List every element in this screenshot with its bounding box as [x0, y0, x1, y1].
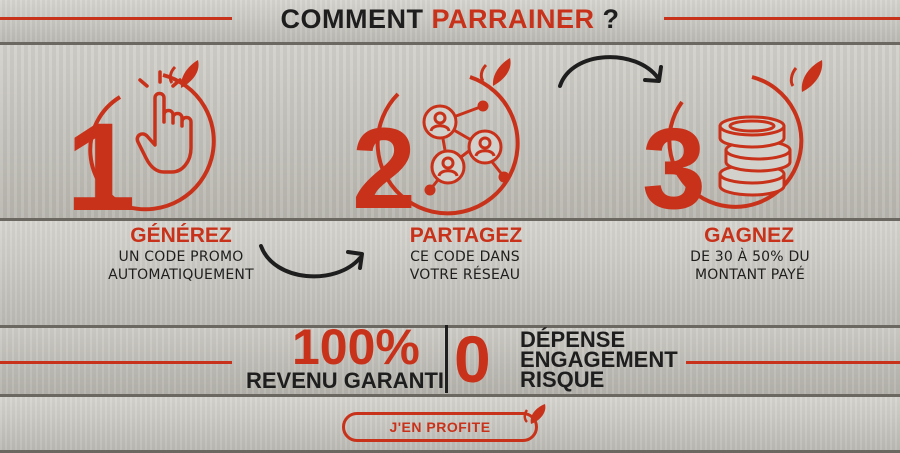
leaf-icon	[492, 58, 511, 86]
cta-button[interactable]: J'EN PROFITE	[342, 412, 538, 442]
step-3-number: 3	[642, 105, 706, 227]
step-2-title: PARTAGEZ	[409, 224, 523, 247]
guarantee-zero: 0	[454, 322, 491, 396]
step-1-graphic: 1	[68, 60, 216, 227]
title-text-part3: ?	[594, 4, 620, 34]
arrow-icon	[259, 244, 364, 279]
step-3-desc-line2: MONTANT PAYÉ	[695, 267, 805, 283]
step-2-desc-line2: VOTRE RÉSEAU	[409, 267, 521, 283]
step-1-description: UN CODE PROMO AUTOMATIQUEMENT	[92, 248, 270, 284]
step-2-description: CE CODE DANS VOTRE RÉSEAU	[376, 248, 554, 284]
title-text-part1: COMMENT	[280, 4, 432, 34]
leaf-icon	[180, 60, 199, 88]
step-3-graphic: 3	[642, 60, 823, 227]
guarantee-item-risque: RISQUE	[520, 367, 605, 392]
guarantee-rule-left	[0, 361, 232, 364]
step-3-title: GAGNEZ	[704, 224, 794, 247]
divider	[445, 325, 448, 393]
guarantee-rule-right	[686, 361, 900, 364]
leaf-icon	[523, 404, 546, 424]
coins-stack-icon	[718, 115, 792, 197]
step-2-desc-line1: CE CODE DANS	[410, 249, 520, 265]
step-1-title: GÉNÉREZ	[130, 224, 232, 247]
guarantee-percent: 100%	[292, 319, 420, 375]
step-1-desc-line2: AUTOMATIQUEMENT	[108, 267, 254, 283]
network-share-icon	[422, 100, 510, 196]
guarantee-revenue-label: REVENU GARANTI	[246, 368, 445, 393]
page-title: COMMENT PARRAINER ?	[0, 4, 900, 35]
step-3-description: DE 30 À 50% DU MONTANT PAYÉ	[660, 248, 840, 284]
cta-button-label: J'EN PROFITE	[389, 419, 491, 435]
step-1-circle	[127, 73, 216, 212]
title-text-part2: PARRAINER	[431, 4, 595, 34]
step-3-desc-line1: DE 30 À 50% DU	[690, 249, 810, 265]
step-2-number: 2	[352, 105, 416, 227]
pointing-hand-icon	[135, 70, 193, 174]
step-1-number: 1	[68, 98, 136, 227]
step-2-graphic: 2	[352, 58, 520, 227]
guarantee-list: DÉPENSE ENGAGEMENT RISQUE	[520, 329, 678, 392]
step-1-desc-line1: UN CODE PROMO	[118, 249, 244, 265]
leaf-icon	[801, 60, 823, 92]
